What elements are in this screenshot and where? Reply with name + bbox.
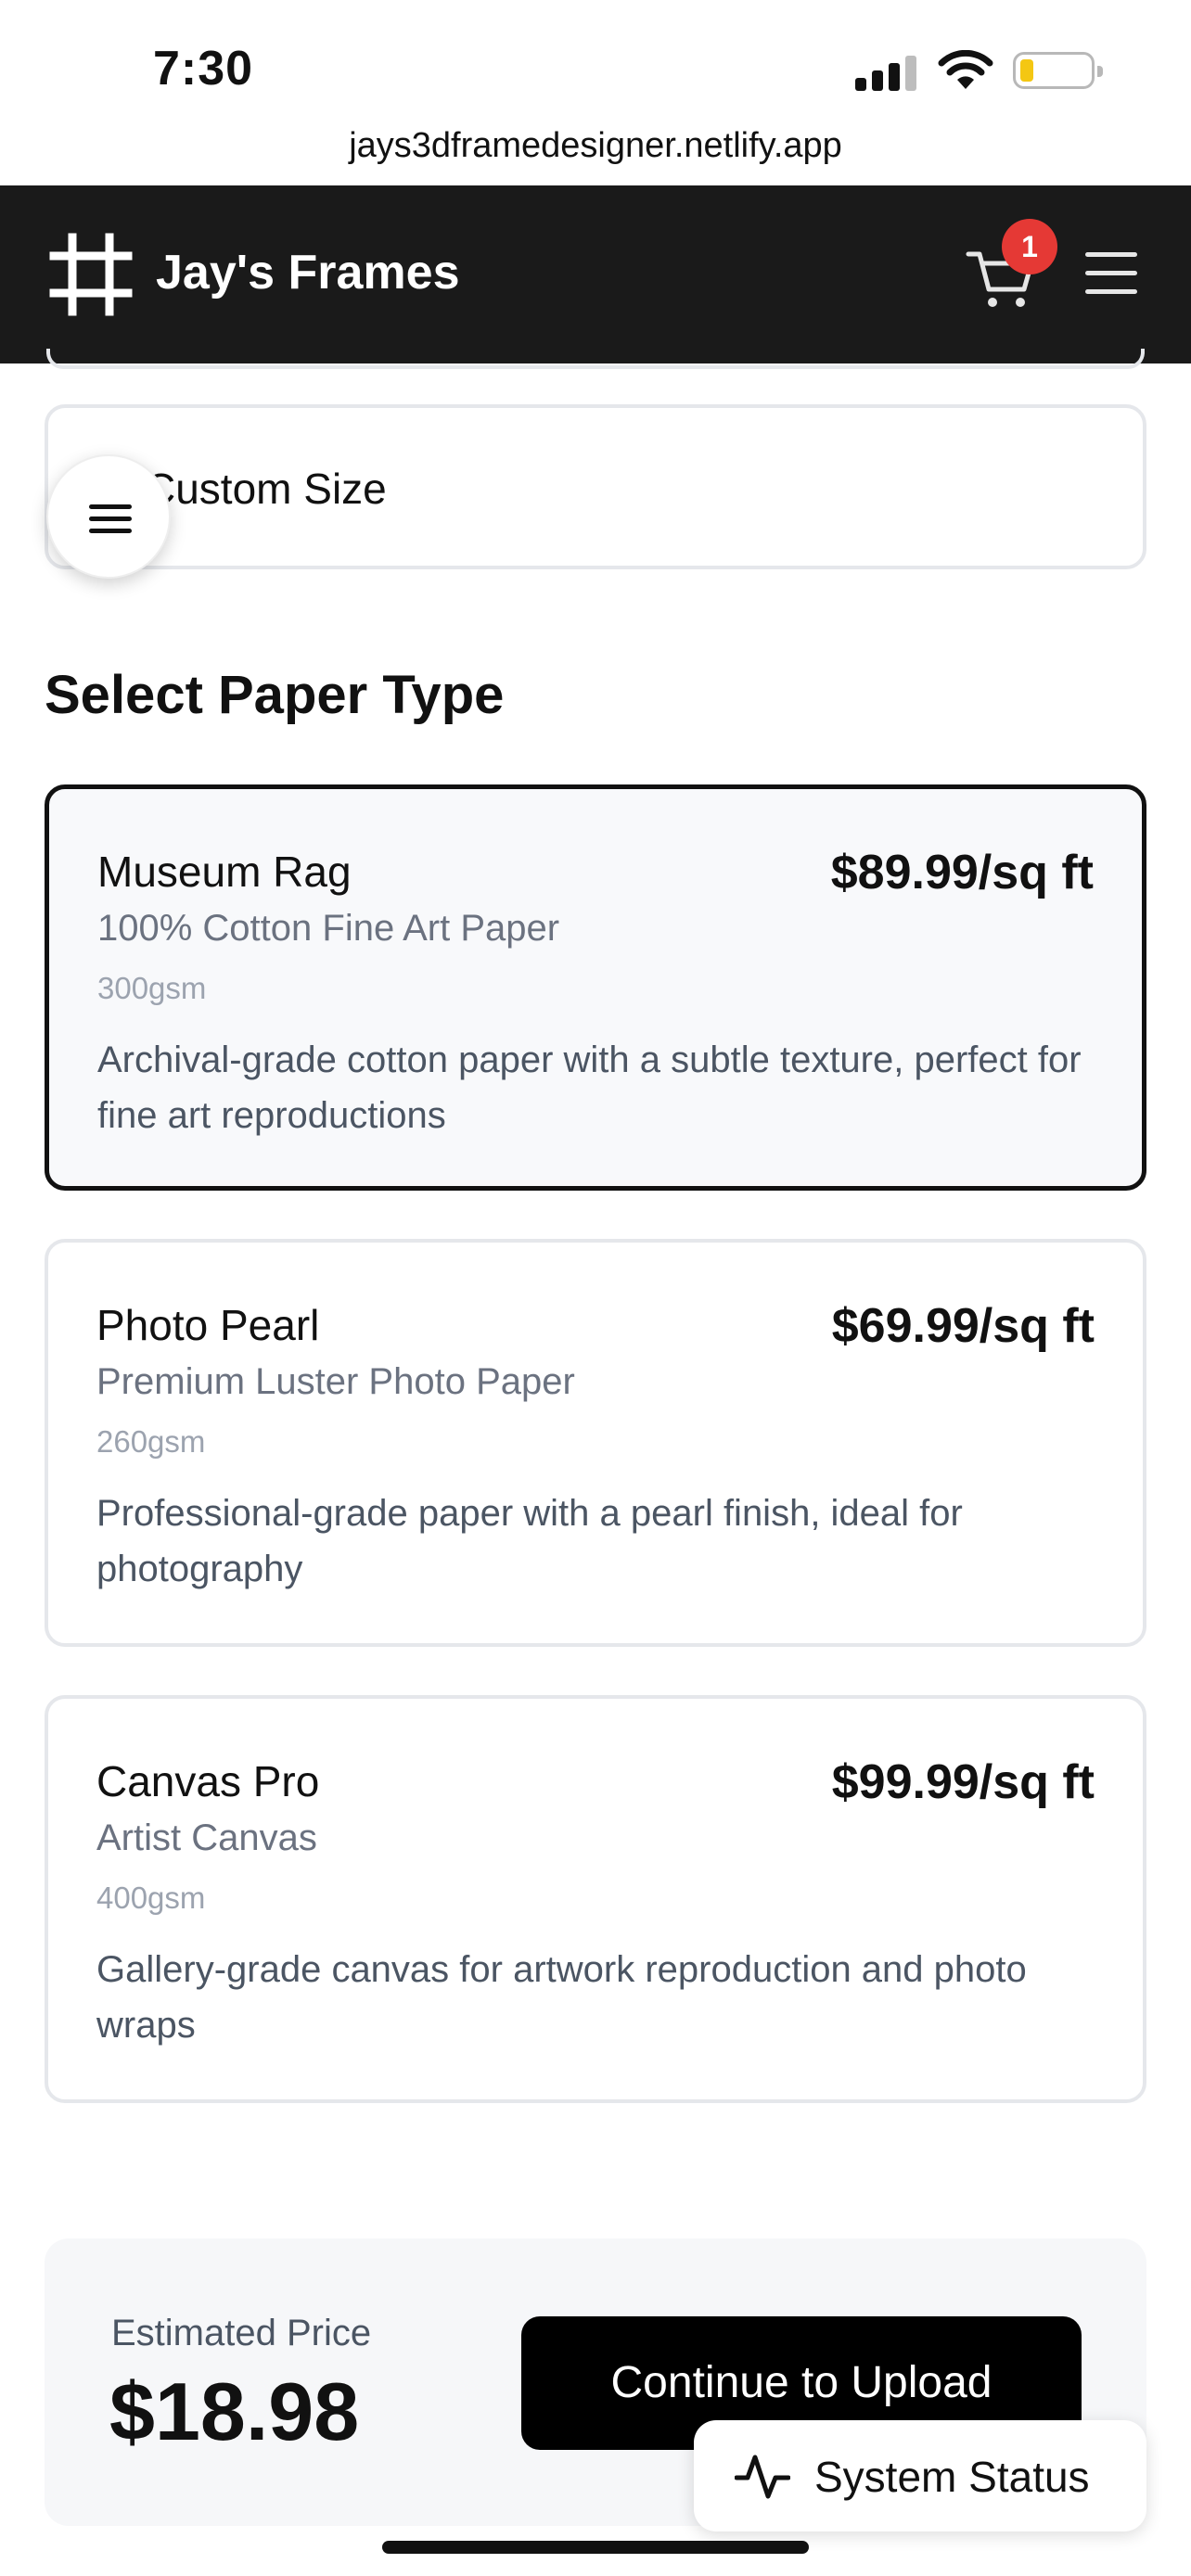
estimated-price-value: $18.98	[109, 2366, 360, 2457]
size-option-custom[interactable]: Custom Size	[45, 404, 1146, 569]
paper-option-canvas-pro[interactable]: Canvas Pro $99.99/sq ft Artist Canvas 40…	[45, 1695, 1146, 2103]
paper-price: $89.99/sq ft	[830, 846, 1094, 899]
paper-option-museum-rag[interactable]: Museum Rag $89.99/sq ft 100% Cotton Fine…	[45, 784, 1146, 1191]
hamburger-menu-icon[interactable]	[1085, 250, 1141, 297]
paper-price: $69.99/sq ft	[831, 1299, 1095, 1353]
floating-menu-button[interactable]	[46, 454, 171, 579]
activity-pulse-icon	[735, 2455, 790, 2499]
status-time: 7:30	[153, 42, 254, 96]
frame-logo-icon[interactable]	[48, 232, 134, 317]
paper-name: Canvas Pro	[96, 1757, 320, 1805]
battery-icon	[1013, 52, 1103, 89]
paper-weight: 260gsm	[96, 1424, 206, 1459]
paper-subtitle: 100% Cotton Fine Art Paper	[97, 908, 560, 949]
paper-description: Professional-grade paper with a pearl fi…	[96, 1493, 963, 1589]
wifi-icon	[938, 50, 993, 89]
system-status-label: System Status	[814, 2453, 1090, 2501]
paper-description: Archival-grade cotton paper with a subtl…	[97, 1039, 1082, 1136]
status-bar: 7:30	[0, 0, 1191, 130]
paper-description: Gallery-grade canvas for artwork reprodu…	[96, 1949, 1027, 2046]
app-header: Jay's Frames	[0, 185, 1191, 363]
system-status-button[interactable]: System Status	[694, 2420, 1146, 2531]
browser-url[interactable]: jays3dframedesigner.netlify.app	[0, 126, 1191, 166]
cellular-signal-icon	[855, 56, 920, 91]
section-title: Select Paper Type	[45, 665, 505, 725]
paper-price: $99.99/sq ft	[831, 1755, 1095, 1809]
paper-name: Museum Rag	[97, 848, 352, 896]
size-option-previous[interactable]	[46, 349, 1145, 369]
brand-name[interactable]: Jay's Frames	[156, 245, 460, 300]
paper-subtitle: Artist Canvas	[96, 1817, 317, 1858]
cart-count-badge: 1	[1002, 219, 1057, 274]
paper-weight: 300gsm	[97, 971, 207, 1005]
paper-option-photo-pearl[interactable]: Photo Pearl $69.99/sq ft Premium Luster …	[45, 1239, 1146, 1647]
battery-level	[1020, 59, 1033, 82]
estimated-price-label: Estimated Price	[111, 2313, 372, 2353]
size-option-label: Custom Size	[145, 465, 387, 513]
home-indicator[interactable]	[382, 2541, 809, 2554]
paper-weight: 400gsm	[96, 1881, 206, 1915]
paper-name: Photo Pearl	[96, 1301, 320, 1349]
paper-subtitle: Premium Luster Photo Paper	[96, 1361, 575, 1402]
